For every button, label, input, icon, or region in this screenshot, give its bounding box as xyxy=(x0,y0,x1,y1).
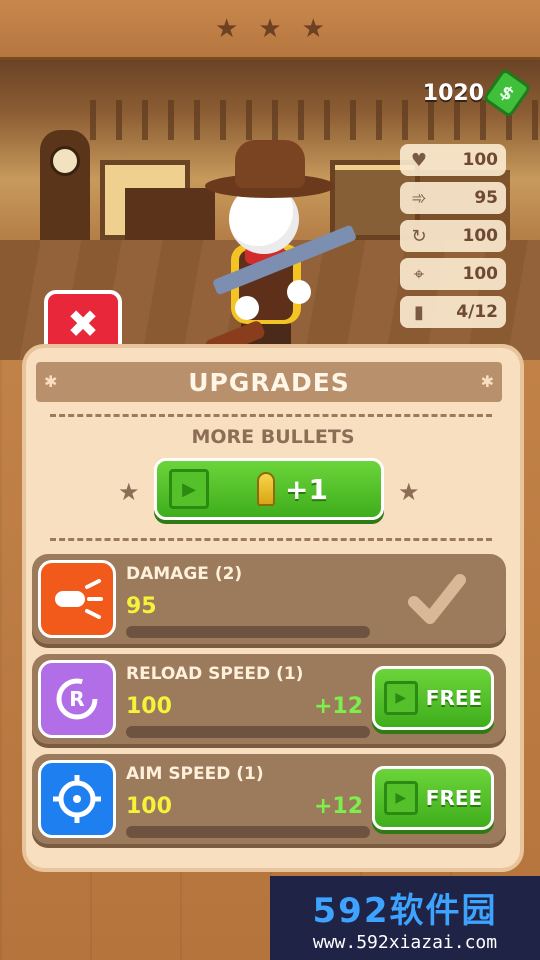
free-upgrade-button[interactable]: ▶ FREE xyxy=(372,666,494,730)
checkmark-icon xyxy=(408,574,466,624)
cowboy-character xyxy=(203,140,358,360)
stat-value: 4/12 xyxy=(456,302,498,322)
video-ad-icon: ▶ xyxy=(383,781,418,815)
upgrade-progress-bar xyxy=(126,826,370,838)
star-icon: ✱ xyxy=(44,372,58,391)
panel-header: ✱ UPGRADES ✱ xyxy=(36,362,502,402)
crosshair-icon xyxy=(38,760,116,838)
star-icon: ★ xyxy=(118,478,140,506)
upgrade-value: 100 xyxy=(126,694,172,719)
star-icon: ★ xyxy=(301,13,325,44)
upgrade-name: AIM SPEED (1) xyxy=(126,764,264,784)
star-icon: ★ xyxy=(398,478,420,506)
clock-face xyxy=(50,146,80,176)
more-bullets-button[interactable]: ▶ +1 xyxy=(154,458,384,520)
more-bullets-label: MORE BULLETS xyxy=(191,426,355,448)
upgrade-value: 100 xyxy=(126,794,172,819)
divider xyxy=(50,414,492,417)
video-ad-icon: ▶ xyxy=(383,681,418,715)
damage-icon: ➾ xyxy=(411,187,427,209)
money-counter: 1020 $ xyxy=(422,67,532,119)
crosshair-icon: ⌖ xyxy=(413,263,425,285)
svg-text:R: R xyxy=(69,687,84,711)
bullet-icon: ▮ xyxy=(414,301,424,323)
star-icon: ✱ xyxy=(480,372,494,391)
upgrade-bonus: +12 xyxy=(314,794,364,819)
bullets-button-value: +1 xyxy=(285,472,328,506)
upgrade-name: RELOAD SPEED (1) xyxy=(126,664,304,684)
upgrade-progress-bar xyxy=(126,626,370,638)
damage-icon xyxy=(38,560,116,638)
money-value: 1020 xyxy=(422,80,484,106)
stat-damage: ➾ 95 xyxy=(400,182,506,214)
upgrades-panel: ✱ UPGRADES ✱ MORE BULLETS ★ ★ ▶ +1 DAMAG… xyxy=(26,348,520,868)
star-icon: ★ xyxy=(258,13,282,44)
star-icon: ★ xyxy=(215,13,239,44)
stat-value: 100 xyxy=(462,150,499,170)
stat-value: 100 xyxy=(462,226,499,246)
free-upgrade-button[interactable]: ▶ FREE xyxy=(372,766,494,830)
cowboy-hand xyxy=(287,280,311,304)
stat-value: 95 xyxy=(474,188,498,208)
stats-panel: ♥ 100 ➾ 95 ↻ 100 ⌖ 100 ▮ 4/12 xyxy=(400,144,506,328)
reload-icon: ↻ xyxy=(411,225,427,247)
upgrade-value: 95 xyxy=(126,594,157,619)
hat-crown xyxy=(235,140,305,188)
free-label: FREE xyxy=(425,686,483,710)
upgrade-row-damage: DAMAGE (2) 95 xyxy=(32,554,506,644)
upgrade-bonus: +12 xyxy=(314,694,364,719)
heart-icon: ♥ xyxy=(410,149,428,171)
close-button[interactable]: ✖ xyxy=(44,290,122,354)
upgrade-name: DAMAGE (2) xyxy=(126,564,243,584)
free-label: FREE xyxy=(425,786,483,810)
upgrade-row-aim-speed: AIM SPEED (1) 100 +12 ▶ FREE xyxy=(32,754,506,844)
stat-ammo: ▮ 4/12 xyxy=(400,296,506,328)
upgrade-row-reload-speed: R RELOAD SPEED (1) 100 +12 ▶ FREE xyxy=(32,654,506,744)
bullet-icon xyxy=(257,472,275,506)
stat-value: 100 xyxy=(462,264,499,284)
stat-aim: ⌖ 100 xyxy=(400,258,506,290)
watermark-title: 592软件园 xyxy=(312,891,498,931)
watermark-url: www.592xiazai.com xyxy=(312,932,498,953)
stat-health: ♥ 100 xyxy=(400,144,506,176)
star-rating-bar: ★ ★ ★ xyxy=(0,0,540,60)
cowboy-hand xyxy=(235,296,259,320)
video-ad-icon: ▶ xyxy=(169,469,209,509)
upgrade-progress-bar xyxy=(126,726,370,738)
site-watermark: 592软件园 www.592xiazai.com xyxy=(270,876,540,960)
close-icon: ✖ xyxy=(67,302,99,346)
stat-reload: ↻ 100 xyxy=(400,220,506,252)
panel-title: UPGRADES xyxy=(188,367,350,397)
reload-icon: R xyxy=(38,660,116,738)
divider xyxy=(50,538,492,541)
